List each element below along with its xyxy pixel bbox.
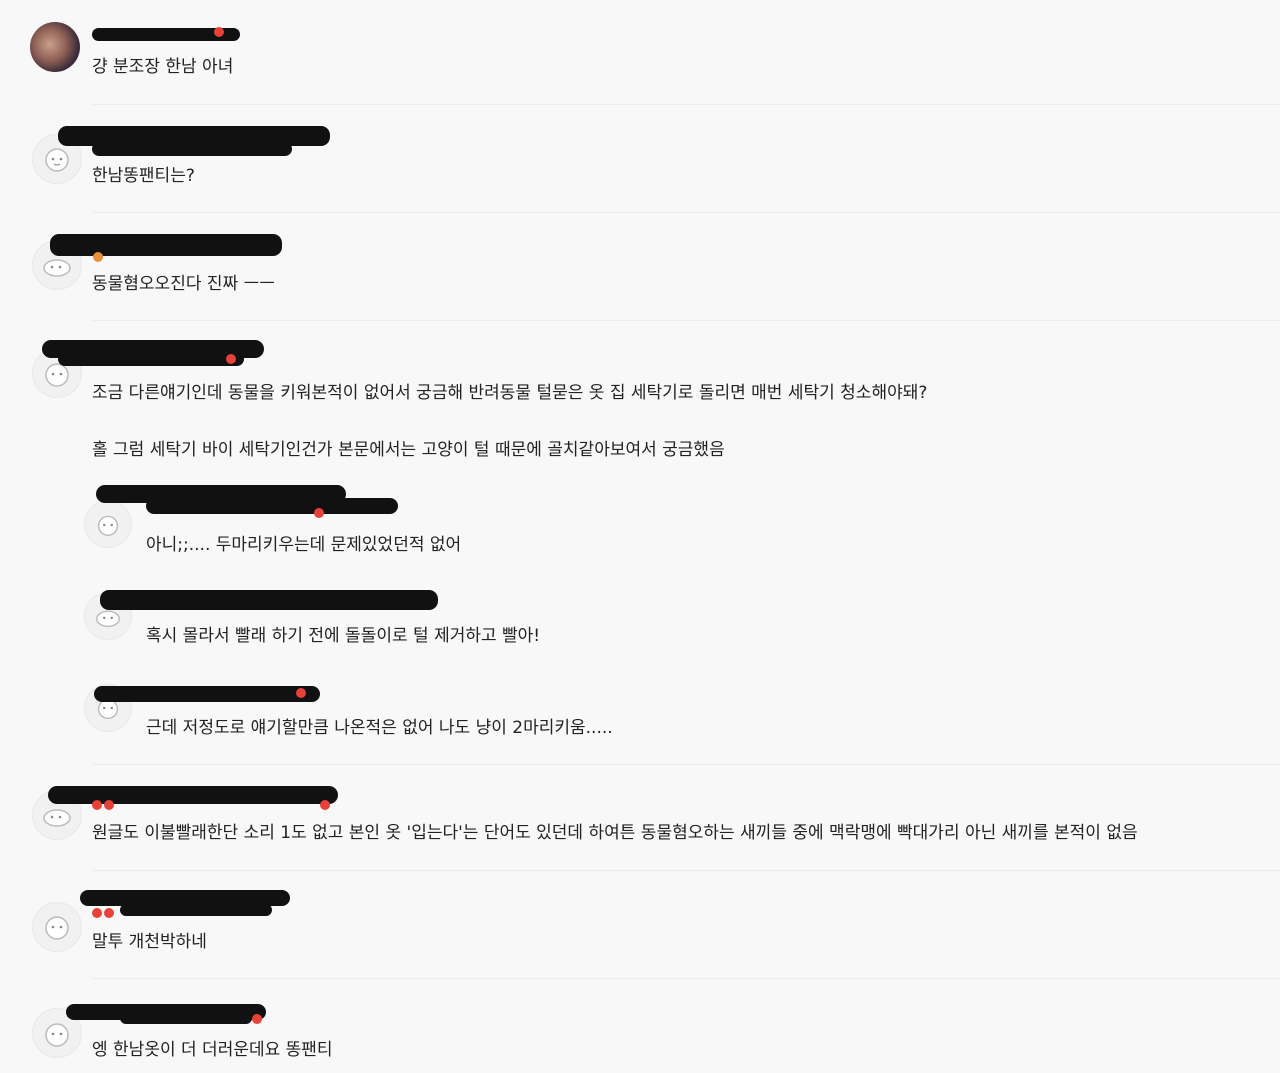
user-badge xyxy=(314,508,324,518)
redacted-username xyxy=(120,1012,252,1024)
comment-divider xyxy=(92,764,1280,765)
user-badge xyxy=(214,27,224,37)
redacted-username xyxy=(92,142,292,156)
comment-text: 동물혐오오진다 진짜 ㅡㅡ xyxy=(92,274,275,294)
user-badge xyxy=(93,252,103,262)
comment-text: 원글도 이불빨래한단 소리 1도 없고 본인 옷 '입는다'는 단어도 있던데 … xyxy=(92,823,1138,843)
comment-text: 걍 분조장 한남 아녀 xyxy=(92,57,234,77)
redacted-username xyxy=(50,234,282,256)
comment-divider xyxy=(92,320,1280,321)
comment-text: 혹시 몰라서 빨래 하기 전에 돌돌이로 털 제거하고 빨아! xyxy=(146,626,541,646)
comment-divider xyxy=(92,212,1280,213)
redacted-username xyxy=(48,786,338,804)
user-badge xyxy=(104,908,114,918)
comment-text: 한남똥팬티는? xyxy=(92,166,195,186)
comment-divider xyxy=(92,978,1280,979)
animal-character-icon xyxy=(45,1023,69,1047)
comment-text: 말투 개천박하네 xyxy=(92,932,207,952)
comment-text: 엥 한남옷이 더 더러운데요 똥팬티 xyxy=(92,1040,333,1060)
redacted-username xyxy=(120,904,272,916)
user-avatar[interactable] xyxy=(32,902,82,952)
animal-character-icon xyxy=(97,515,119,536)
user-badge xyxy=(252,1014,262,1024)
user-avatar[interactable] xyxy=(84,500,132,548)
comment-divider xyxy=(92,870,1280,871)
user-badge xyxy=(104,800,114,810)
user-avatar[interactable] xyxy=(30,22,80,72)
user-badge xyxy=(320,800,330,810)
comment-text: 조금 다른얘기인데 동물을 키워본적이 없어서 궁금해 반려동물 털묻은 옷 집… xyxy=(92,383,928,403)
user-badge xyxy=(226,354,236,364)
user-badge xyxy=(92,908,102,918)
comment-text-line-2: 홀 그럼 세탁기 바이 세탁기인건가 본문에서는 고양이 털 때문에 골치같아보… xyxy=(92,440,725,460)
animal-character-icon xyxy=(45,148,69,172)
comment-divider xyxy=(92,104,1280,105)
comment-text: 아니;;.... 두마리키우는데 문제있었던적 없어 xyxy=(146,535,462,555)
animal-character-icon xyxy=(45,916,69,940)
redacted-username xyxy=(146,498,398,514)
user-badge xyxy=(296,688,306,698)
user-badge xyxy=(92,800,102,810)
redacted-username xyxy=(94,686,320,702)
redacted-username xyxy=(58,352,244,366)
comment-text: 근데 저정도로 얘기할만큼 나온적은 없어 나도 냥이 2마리키움..... xyxy=(146,718,613,738)
redacted-username xyxy=(100,590,438,610)
